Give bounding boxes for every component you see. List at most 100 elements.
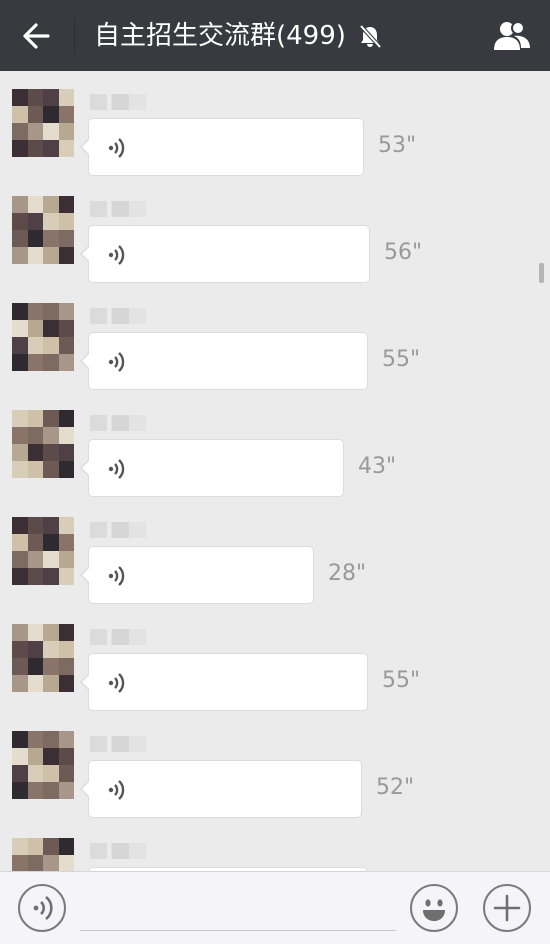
avatar-pixel [43,624,59,641]
avatar-pixel [27,855,43,871]
avatar[interactable] [12,517,74,585]
header-divider [74,18,75,54]
avatar-pixel [43,140,59,157]
avatar-pixel [27,641,43,658]
voice-duration: 53" [378,133,417,158]
voice-bubble[interactable] [80,118,364,176]
avatar-pixel [58,230,74,247]
avatar-pixel [43,320,59,337]
avatar[interactable] [12,89,74,157]
voice-duration: 43" [358,454,397,479]
more-button[interactable] [483,884,531,932]
group-members-button[interactable] [490,18,534,54]
voice-bubble[interactable] [80,332,368,390]
avatar-pixel [12,517,28,534]
voice-duration: 52" [376,775,415,800]
voice-input-icon [33,895,53,921]
chat-header: 自主招生交流群(499) [0,0,550,71]
avatar-pixel [43,782,59,799]
avatar-pixel [43,748,59,765]
emoji-button[interactable] [410,884,458,932]
avatar-pixel [58,551,74,568]
avatar-pixel [12,748,28,765]
voice-wave-icon [108,780,125,800]
avatar-pixel [58,624,74,641]
avatar-pixel [12,568,28,585]
voice-wave-icon [108,138,125,158]
avatar-pixel [27,551,43,568]
avatar[interactable] [12,303,74,371]
voice-input-button[interactable] [18,884,66,932]
avatar-pixel [58,354,74,371]
voice-bubble[interactable] [80,439,344,497]
group-members-icon [494,21,530,50]
message-list[interactable]: 53" 56" 55" 43" 28" 55" 52" [0,71,550,871]
avatar-pixel [27,427,43,444]
avatar-pixel [12,337,28,354]
avatar[interactable] [12,196,74,264]
avatar-pixel [12,106,28,123]
avatar-pixel [43,517,59,534]
avatar-pixel [27,731,43,748]
voice-wave-icon [108,566,125,586]
avatar[interactable] [12,838,74,871]
voice-bubble[interactable] [80,653,368,711]
avatar-pixel [43,354,59,371]
avatar-pixel [12,230,28,247]
scrollbar[interactable] [539,263,544,283]
avatar-pixel [27,89,43,106]
avatar-pixel [58,748,74,765]
avatar-pixel [12,675,28,692]
input-underline [80,930,396,931]
avatar-pixel [27,461,43,478]
message-row: 55" [0,290,550,397]
voice-bubble[interactable] [80,760,362,818]
voice-bubble[interactable] [80,546,314,604]
sender-name [90,308,146,324]
sender-name [90,843,146,859]
avatar-pixel [58,461,74,478]
avatar-pixel [58,534,74,551]
avatar-pixel [43,855,59,871]
avatar-pixel [12,354,28,371]
voice-bubble[interactable] [80,225,370,283]
avatar-pixel [12,658,28,675]
message-row [0,825,550,871]
bell-muted-icon [359,24,382,49]
avatar-pixel [58,320,74,337]
message-input[interactable] [80,888,400,928]
avatar-pixel [12,320,28,337]
avatar-pixel [12,213,28,230]
back-button[interactable] [18,18,58,54]
message-row: 52" [0,718,550,825]
voice-wave-icon [108,459,125,479]
avatar-pixel [43,461,59,478]
avatar-pixel [27,337,43,354]
avatar-pixel [27,765,43,782]
avatar-pixel [43,410,59,427]
avatar-pixel [12,765,28,782]
avatar-pixel [12,123,28,140]
avatar-pixel [27,213,43,230]
avatar-pixel [58,838,74,855]
avatar-pixel [43,641,59,658]
avatar[interactable] [12,731,74,799]
sender-name [90,522,146,538]
input-bar [0,871,550,944]
avatar-pixel [58,196,74,213]
avatar[interactable] [12,410,74,478]
avatar-pixel [12,89,28,106]
message-row: 43" [0,397,550,504]
avatar-pixel [12,427,28,444]
sender-name [90,201,146,217]
avatar-pixel [27,320,43,337]
avatar-pixel [58,140,74,157]
avatar-pixel [43,675,59,692]
avatar[interactable] [12,624,74,692]
avatar-pixel [12,303,28,320]
message-row: 55" [0,611,550,718]
avatar-pixel [43,444,59,461]
avatar-pixel [43,534,59,551]
avatar-pixel [58,123,74,140]
avatar-pixel [43,213,59,230]
